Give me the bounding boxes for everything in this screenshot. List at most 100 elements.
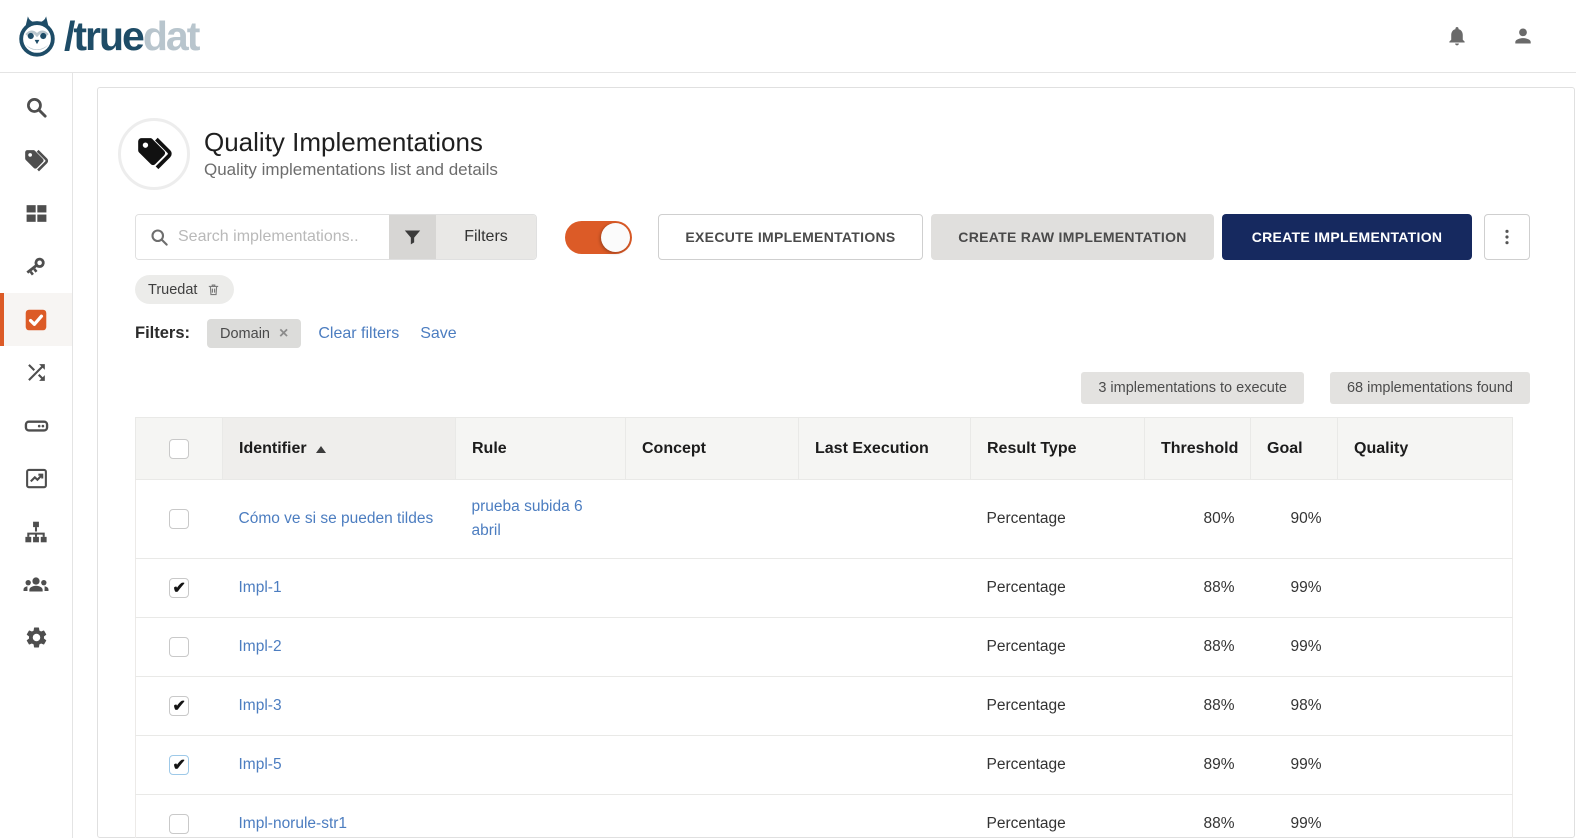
sidebar-item-lineage[interactable] [0, 346, 72, 399]
domain-filter-pill[interactable]: Truedat [135, 275, 234, 304]
last-execution-cell [799, 736, 971, 795]
select-all-checkbox[interactable] [169, 439, 189, 459]
column-header-rule[interactable]: Rule [456, 418, 626, 480]
tags-icon [135, 135, 173, 173]
save-filters-link[interactable]: Save [420, 325, 456, 343]
quality-cell [1338, 677, 1513, 736]
column-header-identifier[interactable]: Identifier [223, 418, 456, 480]
check-square-icon [23, 307, 49, 333]
filter-chip-domain[interactable]: Domain × [207, 319, 301, 348]
quality-cell [1338, 559, 1513, 618]
page-subtitle: Quality implementations list and details [204, 160, 498, 180]
remove-filter-icon[interactable]: × [279, 326, 288, 342]
threshold-cell: 80% [1145, 480, 1251, 559]
filter-funnel-button[interactable] [389, 215, 436, 259]
filters-label: Filters: [135, 324, 190, 343]
row-checkbox[interactable] [169, 755, 189, 775]
row-checkbox[interactable] [169, 578, 189, 598]
search-group: Filters [135, 214, 537, 260]
search-icon [24, 95, 49, 120]
last-execution-cell [799, 618, 971, 677]
goal-cell: 98% [1251, 677, 1338, 736]
column-header-concept[interactable]: Concept [626, 418, 799, 480]
quality-cell [1338, 736, 1513, 795]
filters-button-label: Filters [464, 228, 508, 246]
concept-cell [626, 618, 799, 677]
grid-dashboard-icon [24, 201, 49, 226]
notifications-bell-icon[interactable] [1446, 25, 1468, 47]
table-row: Impl-3 Percentage 88% 98% [136, 677, 1513, 736]
row-checkbox[interactable] [169, 814, 189, 834]
result-type-cell: Percentage [971, 736, 1145, 795]
row-checkbox[interactable] [169, 509, 189, 529]
table-row: Impl-1 Percentage 88% 99% [136, 559, 1513, 618]
implementations-to-execute-badge: 3 implementations to execute [1081, 372, 1304, 404]
tags-icon [23, 148, 49, 174]
table-row: Cómo ve si se pueden tildes prueba subid… [136, 480, 1513, 559]
sidebar-item-structures[interactable] [0, 505, 72, 558]
column-header-result-type[interactable]: Result Type [971, 418, 1145, 480]
logo-text: /truedat [64, 16, 198, 57]
create-implementation-button[interactable]: CREATE IMPLEMENTATION [1222, 214, 1472, 260]
quality-cell [1338, 480, 1513, 559]
column-header-last-execution[interactable]: Last Execution [799, 418, 971, 480]
truedat-logo[interactable]: /truedat [14, 13, 198, 59]
goal-cell: 99% [1251, 618, 1338, 677]
funnel-icon [402, 227, 423, 248]
sidebar-item-dashboards[interactable] [0, 187, 72, 240]
sidebar-item-settings[interactable] [0, 611, 72, 664]
implementations-found-badge: 68 implementations found [1330, 372, 1530, 404]
identifier-link[interactable]: Impl-3 [239, 697, 282, 714]
toggle-knob [601, 223, 630, 252]
quality-cell [1338, 795, 1513, 838]
sidebar-item-data-sources[interactable] [0, 399, 72, 452]
sidebar-item-permissions[interactable] [0, 240, 72, 293]
sidebar-item-insights[interactable] [0, 452, 72, 505]
identifier-link[interactable]: Cómo ve si se pueden tildes [239, 510, 434, 527]
search-input[interactable] [136, 215, 389, 259]
threshold-cell: 88% [1145, 559, 1251, 618]
filter-chip-label: Domain [220, 326, 270, 342]
sidebar-item-search[interactable] [0, 81, 72, 134]
identifier-link[interactable]: Impl-2 [239, 638, 282, 655]
execute-implementations-button[interactable]: EXECUTE IMPLEMENTATIONS [658, 214, 923, 260]
last-execution-cell [799, 677, 971, 736]
concept-cell [626, 795, 799, 838]
table-header-row: Identifier Rule Concept Last Execution R… [136, 418, 1513, 480]
user-profile-icon[interactable] [1512, 25, 1534, 47]
sidebar-item-quality[interactable] [0, 293, 72, 346]
clear-filters-link[interactable]: Clear filters [318, 325, 399, 343]
column-header-goal[interactable]: Goal [1251, 418, 1338, 480]
topbar: /truedat [0, 0, 1576, 73]
goal-cell: 99% [1251, 736, 1338, 795]
rule-link[interactable]: prueba subida 6 abril [472, 498, 583, 539]
identifier-link[interactable]: Impl-1 [239, 579, 282, 596]
more-options-button[interactable] [1484, 214, 1530, 260]
implementations-table: Identifier Rule Concept Last Execution R… [135, 417, 1513, 838]
row-checkbox[interactable] [169, 696, 189, 716]
identifier-link[interactable]: Impl-norule-str1 [239, 815, 348, 832]
quality-implementations-card: Quality Implementations Quality implemen… [97, 87, 1575, 838]
column-header-threshold[interactable]: Threshold [1145, 418, 1251, 480]
table-row: Impl-2 Percentage 88% 99% [136, 618, 1513, 677]
column-header-quality[interactable]: Quality [1338, 418, 1513, 480]
sidebar-item-glossary[interactable] [0, 134, 72, 187]
sidebar-item-users[interactable] [0, 558, 72, 611]
kebab-menu-icon [1497, 227, 1517, 247]
last-execution-cell [799, 559, 971, 618]
quality-cell [1338, 618, 1513, 677]
row-checkbox[interactable] [169, 637, 189, 657]
chart-icon [24, 466, 49, 491]
result-type-cell: Percentage [971, 559, 1145, 618]
threshold-cell: 88% [1145, 795, 1251, 838]
trash-icon[interactable] [206, 282, 221, 297]
execute-mode-toggle[interactable] [565, 221, 632, 254]
identifier-link[interactable]: Impl-5 [239, 756, 282, 773]
result-type-cell: Percentage [971, 480, 1145, 559]
result-type-cell: Percentage [971, 618, 1145, 677]
last-execution-cell [799, 795, 971, 838]
filters-button[interactable]: Filters [436, 215, 536, 259]
sitemap-icon [23, 519, 49, 545]
result-type-cell: Percentage [971, 677, 1145, 736]
create-raw-implementation-button[interactable]: CREATE RAW IMPLEMENTATION [931, 214, 1214, 260]
